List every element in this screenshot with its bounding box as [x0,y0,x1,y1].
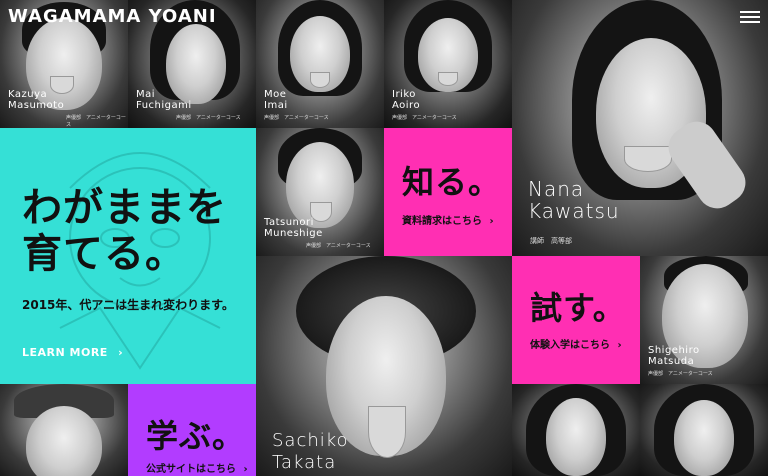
chevron-right-icon: › [489,216,494,227]
try-title: 試す。 [530,289,626,327]
know-card[interactable]: 知る。 資料請求はこちら › [384,128,512,256]
know-link-label: 資料請求はこちら [402,216,482,227]
profile-first-name: Kazuya [8,89,48,100]
chevron-right-icon: › [617,340,622,351]
profile-tile-takata[interactable]: Sachiko Takata [256,256,512,476]
profile-tile-imai[interactable]: Moe Imai 声優部 アニメーターコース [256,0,384,128]
profile-last-name: Imai [264,100,288,111]
learn-card[interactable]: 学ぶ。 公式サイトはこちら › [128,384,256,476]
profile-role: 声優部 アニメーターコース [648,371,713,377]
learn-more-label: LEARN MORE [22,346,108,359]
hamburger-menu-icon[interactable] [740,8,760,24]
profile-last-name: Fuchigami [136,100,192,111]
try-link-label: 体験入学はこちら [530,340,610,351]
profile-tile-aoiro[interactable]: Iriko Aoiro 声優部 アニメーターコース [384,0,512,128]
hero-heading-line1: わがままを [22,185,227,231]
site-logo[interactable]: WAGAMAMA YOANI [8,6,217,27]
profile-tile-bottom-center[interactable] [512,384,640,476]
profile-first-name: Tatsunori [264,217,314,228]
profile-role: 声優部 アニメーターコース [176,115,241,121]
know-title: 知る。 [402,163,502,201]
profile-role: 声優部 アニメーターコース [66,115,126,128]
profile-last-name: Takata [272,452,337,473]
know-link[interactable]: 資料請求はこちら › [402,212,494,227]
learn-link-label: 公式サイトはこちら [146,464,236,475]
profile-first-name: Shigehiro [648,345,700,356]
profile-role: 声優部 アニメーターコース [264,115,329,121]
profile-role: 講師 高等部 [530,237,572,245]
profile-last-name: Aoiro [392,100,421,111]
profile-role: 声優部 アニメーターコース [392,115,457,121]
hero-panel: わがままを 育てる。 2015年、代アニは生まれ変わります。 LEARN MOR… [0,128,256,384]
learn-link[interactable]: 公式サイトはこちら › [146,460,248,475]
profile-tile-matsuda[interactable]: Shigehiro Matsuda 声優部 アニメーターコース [640,256,768,384]
hero-heading-line2: 育てる。 [22,231,186,277]
profile-first-name: Moe [264,89,287,100]
profile-first-name: Iriko [392,89,416,100]
profile-tile-kawatsu[interactable]: Nana Kawatsu 講師 高等部 [512,0,768,256]
profile-last-name: Kawatsu [528,199,620,223]
hero-subtitle: 2015年、代アニは生まれ変わります。 [22,298,234,312]
chevron-right-icon: › [118,346,124,359]
profile-role: 声優部 アニメーターコース [306,243,371,249]
learn-title: 学ぶ。 [146,417,246,455]
try-card[interactable]: 試す。 体験入学はこちら › [512,256,640,384]
profile-first-name: Nana [528,177,585,201]
profile-first-name: Sachiko [272,430,349,451]
chevron-right-icon: › [243,464,248,475]
learn-more-link[interactable]: LEARN MORE › [22,346,123,359]
profile-last-name: Matsuda [648,356,695,367]
try-link[interactable]: 体験入学はこちら › [530,336,622,351]
profile-last-name: Masumoto [8,100,65,111]
profile-first-name: Mai [136,89,156,100]
profile-tile-bottom-right[interactable] [640,384,768,476]
profile-tile-bottom-left[interactable] [0,384,128,476]
profile-last-name: Muneshige [264,228,323,239]
profile-tile-muneshige[interactable]: Tatsunori Muneshige 声優部 アニメーターコース [256,128,384,256]
